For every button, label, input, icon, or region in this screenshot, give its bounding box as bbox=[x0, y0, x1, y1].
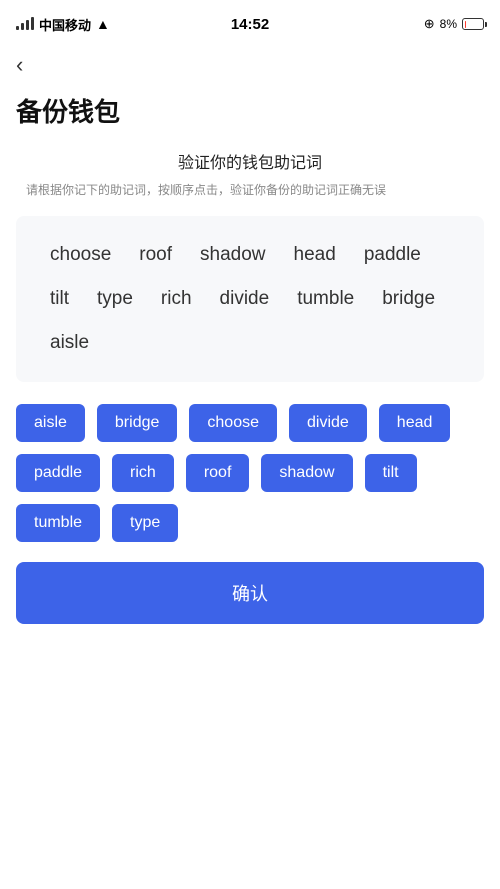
selectable-word-button[interactable]: bridge bbox=[97, 404, 177, 442]
display-word: aisle bbox=[36, 324, 103, 362]
display-word: tilt bbox=[36, 280, 83, 318]
display-word: type bbox=[83, 280, 147, 318]
selectable-word-button[interactable]: roof bbox=[186, 454, 250, 492]
display-word: divide bbox=[206, 280, 284, 318]
word-display-area: chooseroofshadowheadpaddle tilttyperichdi… bbox=[16, 216, 484, 382]
selectable-word-button[interactable]: tilt bbox=[365, 454, 417, 492]
back-button[interactable]: ‹ bbox=[16, 52, 23, 78]
selectable-word-button[interactable]: choose bbox=[189, 404, 277, 442]
battery-percent: 8% bbox=[440, 17, 457, 31]
selectable-word-button[interactable]: head bbox=[379, 404, 451, 442]
battery-icon bbox=[462, 18, 484, 30]
page-title: 备份钱包 bbox=[0, 82, 500, 149]
display-word: choose bbox=[36, 236, 125, 274]
battery-area: ⊕ 8% bbox=[424, 16, 484, 32]
selectable-word-button[interactable]: rich bbox=[112, 454, 174, 492]
display-word: shadow bbox=[186, 236, 280, 274]
status-bar: 中国移动 ▲ 14:52 ⊕ 8% bbox=[0, 0, 500, 44]
nav-header: ‹ bbox=[0, 44, 500, 82]
display-word: bridge bbox=[368, 280, 449, 318]
display-word: rich bbox=[147, 280, 206, 318]
instruction-title: 验证你的钱包助记词 bbox=[16, 149, 484, 173]
selectable-word-button[interactable]: aisle bbox=[16, 404, 85, 442]
carrier-signal: 中国移动 ▲ bbox=[16, 15, 110, 34]
status-time: 14:52 bbox=[231, 16, 269, 33]
wifi-icon: ▲ bbox=[96, 16, 110, 32]
display-word: roof bbox=[125, 236, 186, 274]
selectable-word-button[interactable]: paddle bbox=[16, 454, 100, 492]
instruction-description: 请根据你记下的助记词，按顺序点击，验证你备份的助记词正确无误 bbox=[16, 181, 484, 200]
instruction-section: 验证你的钱包助记词 请根据你记下的助记词，按顺序点击，验证你备份的助记词正确无误 bbox=[0, 149, 500, 200]
selectable-word-button[interactable]: shadow bbox=[261, 454, 352, 492]
confirm-section: 确认 bbox=[0, 554, 500, 644]
selectable-word-button[interactable]: divide bbox=[289, 404, 367, 442]
selectable-word-button[interactable]: type bbox=[112, 504, 178, 542]
carrier-name: 中国移动 bbox=[39, 15, 91, 34]
display-word: paddle bbox=[350, 236, 435, 274]
word-buttons-section: aisle bridge choose divide head paddle richroo… bbox=[0, 398, 500, 554]
circular-icon: ⊕ bbox=[424, 16, 435, 32]
selectable-word-button[interactable]: tumble bbox=[16, 504, 100, 542]
confirm-button[interactable]: 确认 bbox=[16, 562, 484, 624]
signal-bars bbox=[16, 16, 34, 33]
display-word: head bbox=[280, 236, 350, 274]
display-word: tumble bbox=[283, 280, 368, 318]
